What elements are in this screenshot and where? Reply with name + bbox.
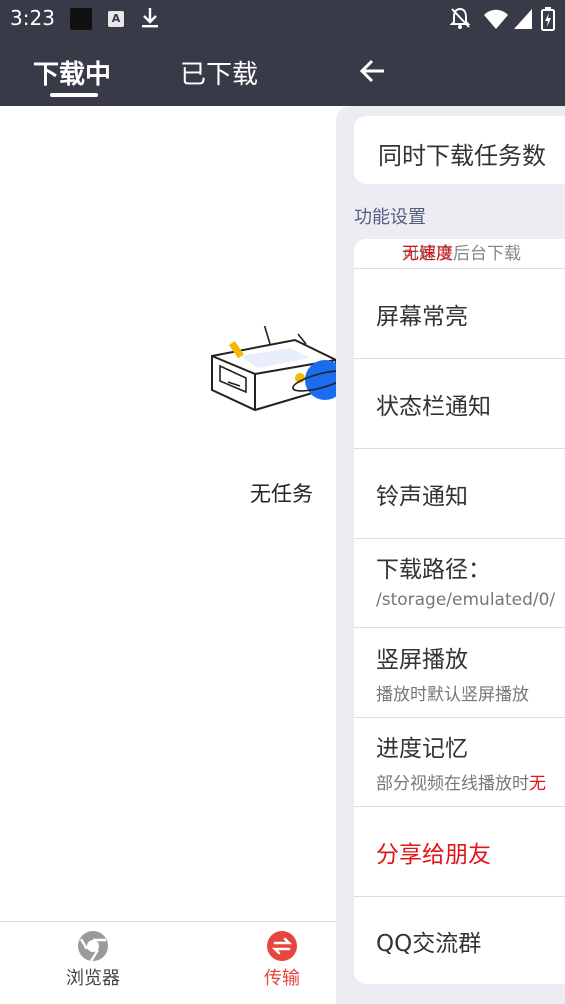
bottom-navigation: 浏览器 传输: [0, 921, 336, 1004]
ringtone-notification-label: 铃声通知: [376, 484, 468, 510]
download-path-value: /storage/emulated/0/: [376, 590, 556, 610]
battery-icon: [540, 6, 556, 36]
keep-screen-on-item[interactable]: 屏幕常亮: [354, 269, 565, 359]
status-time: 3:23: [10, 6, 55, 30]
portrait-playback-label: 竖屏播放: [376, 647, 468, 673]
progress-memory-label: 进度记忆: [376, 736, 468, 762]
statusbar-notification-item[interactable]: 状态栏通知: [354, 359, 565, 449]
progress-memory-highlight: 无: [529, 774, 546, 794]
a-notification-icon: A: [108, 11, 124, 27]
share-label: 分享给朋友: [376, 842, 491, 868]
bell-off-icon: [449, 6, 471, 34]
portrait-playback-item[interactable]: 竖屏播放 播放时默认竖屏播放: [354, 628, 565, 718]
settings-drawer: 同时下载任务数 功能设置 可解决后台下载 无速度 屏幕常亮 状态栏通知 铃声通知 …: [336, 106, 565, 1004]
download-path-item[interactable]: 下载路径： /storage/emulated/0/: [354, 538, 565, 628]
progress-memory-item[interactable]: 进度记忆 部分视频在线播放时无: [354, 717, 565, 807]
concurrent-downloads-item[interactable]: 同时下载任务数: [354, 116, 565, 184]
transfer-icon: [266, 930, 298, 962]
status-bar: 3:23 A: [0, 0, 565, 38]
wifi-icon: [483, 8, 509, 34]
download-icon: [140, 6, 160, 34]
browser-icon: [77, 930, 109, 962]
download-path-label: 下载路径：: [376, 557, 491, 583]
signal-icon: [513, 8, 533, 34]
square-notification-icon: [70, 8, 92, 30]
statusbar-notification-label: 状态栏通知: [376, 394, 491, 420]
empty-box-icon: [200, 323, 348, 440]
nav-browser[interactable]: 浏览器: [48, 930, 138, 990]
qq-group-label: QQ交流群: [376, 931, 482, 957]
keep-screen-on-label: 屏幕常亮: [376, 304, 468, 330]
nav-transfer-label: 传输: [264, 968, 300, 989]
qq-group-item[interactable]: QQ交流群: [354, 896, 565, 984]
empty-state-text: 无任务: [250, 482, 313, 506]
portrait-playback-desc: 播放时默认竖屏播放: [376, 685, 529, 705]
concurrent-downloads-label: 同时下载任务数: [378, 142, 546, 170]
progress-memory-desc: 部分视频在线播放时: [376, 774, 529, 794]
share-item[interactable]: 分享给朋友: [354, 807, 565, 897]
ringtone-notification-item[interactable]: 铃声通知: [354, 449, 565, 539]
active-tab-indicator: [50, 93, 98, 97]
tab-downloading[interactable]: 下载中: [33, 54, 111, 91]
background-download-item[interactable]: 可解决后台下载 无速度: [354, 239, 565, 269]
tab-bar: 下载中 已下载: [0, 38, 336, 106]
download-list: 无任务: [0, 106, 348, 921]
settings-list: 可解决后台下载 无速度 屏幕常亮 状态栏通知 铃声通知 下载路径： /storag…: [354, 239, 565, 984]
settings-drawer-header: [336, 38, 565, 106]
back-arrow-icon[interactable]: [358, 56, 388, 90]
nav-transfer[interactable]: 传输: [237, 930, 327, 990]
background-download-highlight: 无速度: [402, 244, 453, 264]
section-title: 功能设置: [354, 207, 426, 228]
nav-browser-label: 浏览器: [66, 968, 120, 989]
tab-downloaded[interactable]: 已下载: [180, 54, 258, 91]
